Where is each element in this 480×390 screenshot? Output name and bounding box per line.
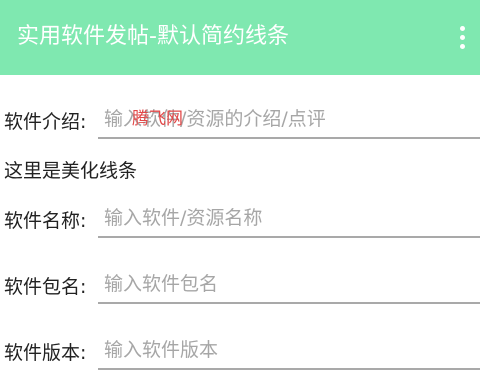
more-vertical-icon bbox=[459, 25, 465, 31]
name-label: 软件名称: bbox=[4, 210, 87, 232]
package-label: 软件包名: bbox=[4, 276, 87, 298]
version-input[interactable] bbox=[98, 332, 480, 370]
app-bar: 实用软件发帖-默认简约线条 bbox=[0, 0, 480, 75]
name-input[interactable] bbox=[98, 200, 480, 238]
package-input[interactable] bbox=[98, 266, 480, 304]
field-row-package: 软件包名: bbox=[0, 266, 480, 308]
field-row-name: 软件名称: bbox=[0, 200, 480, 242]
more-vertical-icon-dot bbox=[459, 43, 465, 49]
intro-label: 软件介绍: bbox=[4, 111, 87, 133]
more-vertical-icon-dot bbox=[459, 34, 465, 40]
field-row-version: 软件版本: bbox=[0, 332, 480, 374]
intro-input[interactable] bbox=[98, 101, 480, 139]
divider-text: 这里是美化线条 bbox=[4, 160, 138, 182]
field-row-intro: 软件介绍: bbox=[0, 101, 480, 143]
version-label: 软件版本: bbox=[4, 342, 87, 364]
app-title: 实用软件发帖-默认简约线条 bbox=[17, 24, 289, 49]
overflow-menu-button[interactable] bbox=[450, 20, 474, 54]
